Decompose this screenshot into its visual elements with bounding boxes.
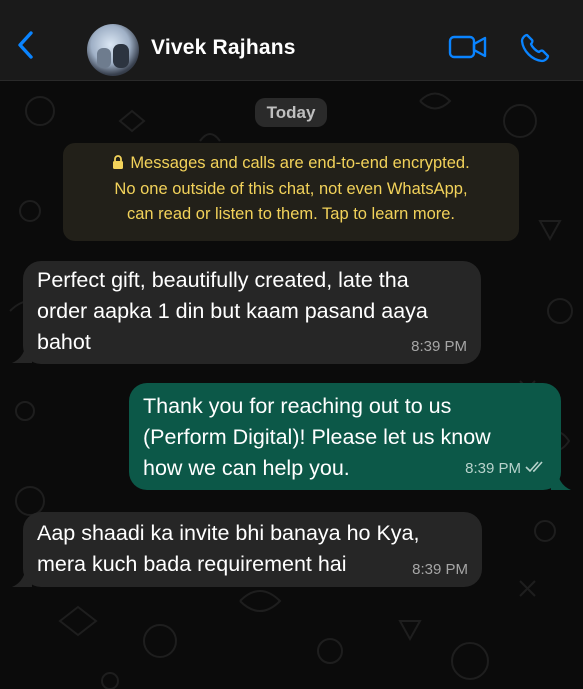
message-bubble-incoming[interactable]: Perfect gift, beautifully created, late …: [23, 261, 481, 364]
message-bubble-outgoing[interactable]: Thank you for reaching out to us (Perform…: [129, 383, 561, 490]
chevron-left-icon[interactable]: [14, 30, 36, 60]
encryption-notice-line-3: can read or listen to them. Tap to learn…: [126, 205, 456, 223]
message-time: 8:39 PM: [411, 338, 467, 355]
message-line: mera kuch bada requirement hai: [37, 552, 347, 576]
message-line: (Perform Digital)! Please let us know: [143, 425, 491, 449]
lock-icon: [113, 155, 124, 169]
encryption-notice-line-2: No one outside of this chat, not even Wh…: [114, 179, 468, 198]
contact-name[interactable]: Vivek Rajhans: [151, 36, 296, 60]
message-line: Perfect gift, beautifully created, late …: [37, 268, 409, 292]
read-receipt-icon: [525, 461, 543, 473]
encryption-notice[interactable]: Messages and calls are end-to-end encryp…: [63, 143, 519, 241]
video-camera-icon[interactable]: [448, 33, 488, 61]
message-time: 8:39 PM: [412, 561, 468, 578]
chat-header: Vivek Rajhans: [0, 0, 583, 81]
contact-avatar[interactable]: [87, 24, 139, 76]
message-line: bahot: [37, 330, 91, 354]
date-separator: Today: [255, 98, 327, 127]
message-line: Aap shaadi ka invite bhi banaya ho Kya,: [37, 521, 420, 545]
chat-area[interactable]: Today Messages and calls are end-to-end …: [0, 81, 583, 689]
encryption-notice-line-1: Messages and calls are end-to-end encryp…: [63, 151, 519, 177]
message-line: order aapka 1 din but kaam pasand aaya: [37, 299, 428, 323]
message-bubble-incoming[interactable]: Aap shaadi ka invite bhi banaya ho Kya, m…: [23, 512, 482, 587]
message-line: Thank you for reaching out to us: [143, 394, 452, 418]
message-line: how we can help you.: [143, 456, 350, 480]
message-time: 8:39 PM: [465, 460, 547, 478]
phone-icon[interactable]: [519, 32, 551, 64]
